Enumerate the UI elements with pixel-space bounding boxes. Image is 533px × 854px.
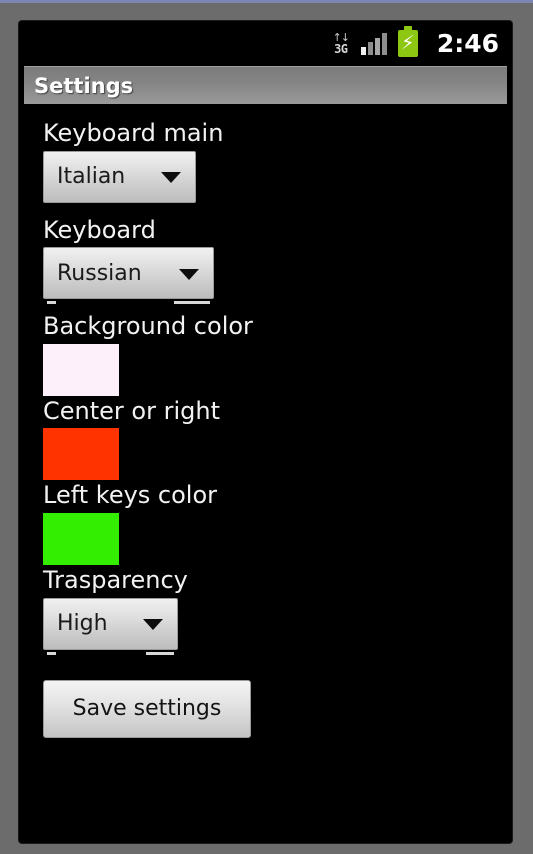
settings-content: Keyboard main Italian Keyboard Russian B… bbox=[19, 104, 512, 843]
label-transparency: Trasparency bbox=[43, 565, 188, 594]
title-bar: Settings bbox=[24, 66, 507, 104]
chevron-down-icon bbox=[179, 268, 199, 280]
spinner-wrap-keyboard-main: Italian bbox=[43, 150, 512, 209]
chevron-down-icon bbox=[143, 619, 163, 631]
chevron-down-icon bbox=[161, 172, 181, 184]
spinner-transparency-value: High bbox=[57, 611, 108, 637]
signal-bar-3 bbox=[374, 37, 380, 55]
swatch-center-or-right[interactable] bbox=[43, 428, 119, 481]
signal-strength-icon bbox=[360, 32, 389, 55]
spinner-wrap-keyboard: Russian bbox=[43, 247, 512, 305]
spinner-keyboard-main-value: Italian bbox=[57, 164, 126, 190]
signal-bar-1 bbox=[360, 46, 366, 55]
frame-top-accent bbox=[0, 0, 533, 3]
network-3g-icon: ↑↓ 3G bbox=[330, 32, 352, 56]
swatch-background-color[interactable] bbox=[43, 343, 119, 396]
label-keyboard-main: Keyboard main bbox=[43, 119, 224, 147]
lightning-bolt-icon: ⚡ bbox=[401, 32, 415, 54]
label-background-color: Background color bbox=[43, 312, 253, 341]
spinner-transparency[interactable]: High bbox=[43, 597, 178, 655]
label-center-or-right: Center or right bbox=[43, 396, 220, 425]
network-type-label: 3G bbox=[334, 41, 348, 56]
status-bar: ↑↓ 3G ⚡ 2:46 bbox=[19, 21, 512, 66]
device-frame: ↑↓ 3G ⚡ 2:46 Settings Keyboard main Ital… bbox=[0, 0, 533, 854]
spinner-wrap-transparency: High bbox=[43, 597, 512, 656]
signal-bar-2 bbox=[367, 41, 373, 55]
swatch-left-keys-color[interactable] bbox=[43, 512, 119, 565]
label-keyboard: Keyboard bbox=[43, 215, 156, 244]
spinner-keyboard[interactable]: Russian bbox=[43, 247, 214, 305]
status-bar-icons: ↑↓ 3G ⚡ 2:46 bbox=[330, 26, 499, 58]
status-bar-clock: 2:46 bbox=[436, 29, 499, 58]
spinner-keyboard-value: Russian bbox=[57, 260, 142, 286]
save-settings-label: Save settings bbox=[72, 696, 222, 722]
spinner-keyboard-main[interactable]: Italian bbox=[43, 150, 196, 203]
data-transfer-arrows-icon: ↑↓ bbox=[332, 30, 350, 44]
save-settings-button[interactable]: Save settings bbox=[43, 679, 251, 738]
phone-screen: ↑↓ 3G ⚡ 2:46 Settings Keyboard main Ital… bbox=[19, 21, 512, 843]
label-left-keys-color: Left keys color bbox=[43, 481, 218, 510]
page-title: Settings bbox=[34, 73, 134, 98]
battery-charging-icon: ⚡ bbox=[397, 26, 418, 57]
signal-bar-4 bbox=[381, 32, 387, 55]
